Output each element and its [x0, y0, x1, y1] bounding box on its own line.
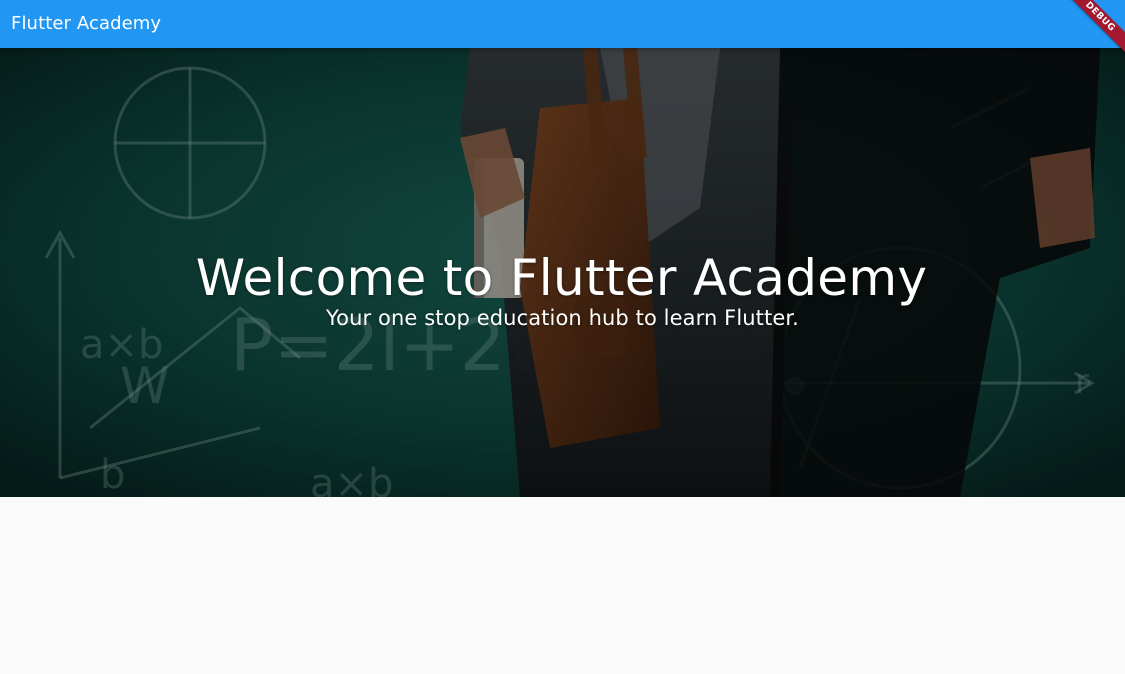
- page-body: [0, 497, 1125, 674]
- app-bar: Flutter Academy: [0, 0, 1125, 48]
- app-title: Flutter Academy: [11, 13, 162, 34]
- hero-title: Welcome to Flutter Academy: [195, 249, 928, 307]
- hero-text-block: Welcome to Flutter Academy Your one stop…: [0, 248, 1125, 331]
- hero-subtitle: Your one stop education hub to learn Flu…: [326, 306, 799, 330]
- hero-banner: P=2l+2w a×b W b a×b r Welcome to Flutter…: [0, 48, 1125, 497]
